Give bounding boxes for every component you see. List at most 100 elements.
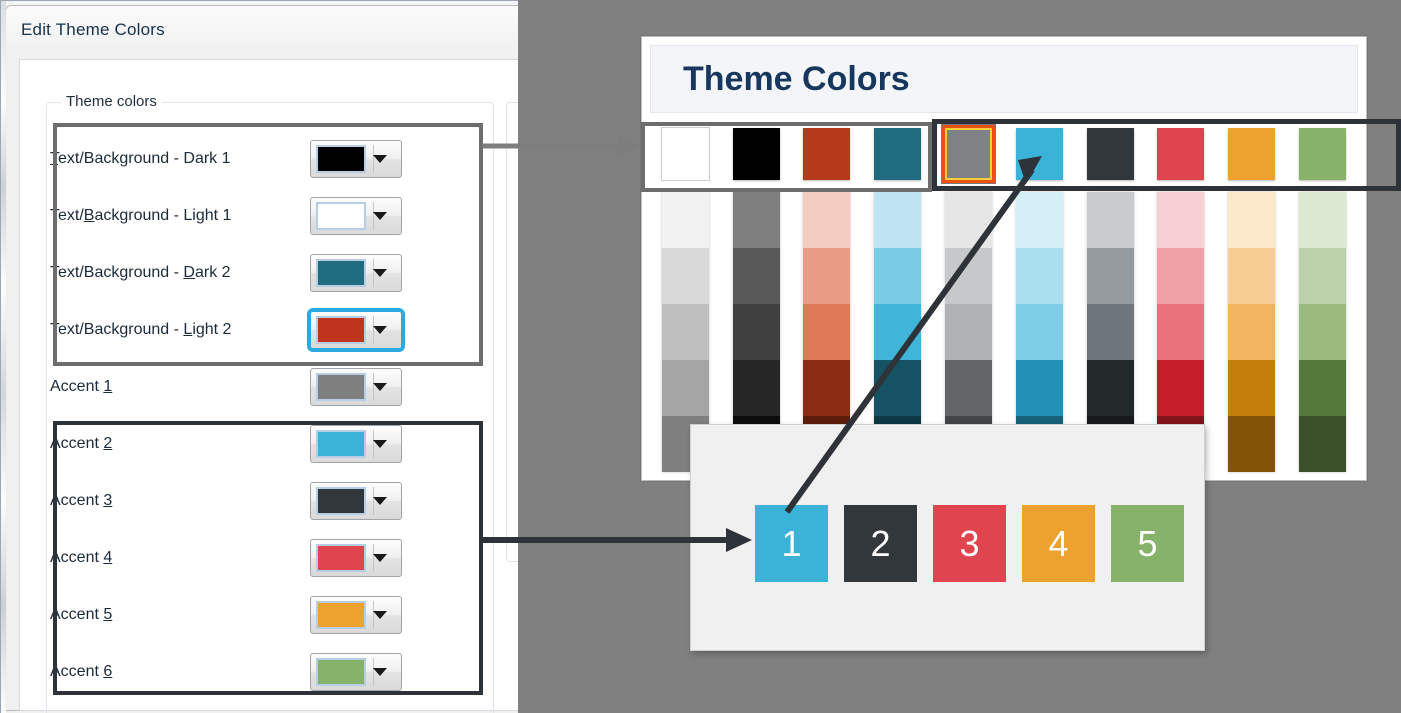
chevron-down-icon[interactable] [373,326,387,334]
tint-swatch[interactable] [1157,304,1205,360]
palette-swatch-orange[interactable] [1228,128,1276,180]
tint-swatch[interactable] [732,248,780,304]
dialog-content-area: Theme colors S Text/Background - Dark 1T… [19,59,518,713]
tint-swatch[interactable] [1228,248,1276,304]
tint-swatch[interactable] [1086,360,1134,416]
chevron-down-icon[interactable] [373,383,387,391]
theme-color-row-label: Accent 2 [50,434,113,452]
color-picker-button[interactable] [310,653,402,691]
current-color-well [316,316,366,344]
palette-swatch-teal[interactable] [874,128,922,180]
tint-swatch[interactable] [945,360,993,416]
palette-swatch-cell [1004,123,1075,185]
color-picker-button[interactable] [310,254,402,292]
accent-callout-box: 12345 [690,424,1205,651]
chevron-down-icon[interactable] [373,212,387,220]
theme-color-row: Text/Background - Dark 1 [50,130,490,187]
palette-swatch-green[interactable] [1299,128,1347,180]
tint-swatch[interactable] [661,360,709,416]
tint-swatch[interactable] [732,192,780,248]
tint-swatch[interactable] [803,192,851,248]
theme-color-row: Accent 6 [50,643,490,700]
accent-chip-2: 2 [844,505,917,582]
tint-swatch[interactable] [1015,360,1063,416]
tint-swatch[interactable] [1299,360,1347,416]
theme-color-row-label: Text/Background - Dark 2 [50,263,231,281]
palette-swatch-light-blue[interactable] [1015,128,1063,180]
tint-swatch[interactable] [945,248,993,304]
color-picker-button[interactable] [310,368,402,406]
current-color-well [316,373,366,401]
tint-swatch[interactable] [1228,192,1276,248]
edit-theme-colors-dialog: Edit Theme Colors Theme colors S Text/Ba… [0,0,518,713]
tint-swatch[interactable] [1299,304,1347,360]
tint-swatch[interactable] [803,360,851,416]
tint-swatch[interactable] [803,304,851,360]
color-picker-button[interactable] [310,539,402,577]
palette-swatch-cell [721,123,792,185]
chevron-down-icon[interactable] [373,497,387,505]
theme-color-row: Accent 3 [50,472,490,529]
chevron-down-icon[interactable] [373,269,387,277]
tint-swatch[interactable] [1299,248,1347,304]
palette-swatch-white[interactable] [660,127,710,181]
palette-swatch-gray[interactable] [942,125,996,183]
accent-chip-3: 3 [933,505,1006,582]
tint-swatch[interactable] [1157,192,1205,248]
palette-swatch-charcoal[interactable] [1086,128,1134,180]
chevron-down-icon[interactable] [373,155,387,163]
color-picker-button[interactable] [307,308,405,352]
color-picker-button[interactable] [310,482,402,520]
color-picker-button[interactable] [310,140,402,178]
tint-swatch[interactable] [1015,304,1063,360]
theme-color-row: Text/Background - Dark 2 [50,244,490,301]
orange-tints [1228,192,1276,472]
tint-swatch[interactable] [1299,192,1347,248]
current-color-well [316,601,366,629]
theme-color-row: Accent 1 [50,358,490,415]
tint-swatch[interactable] [1086,304,1134,360]
tint-swatch[interactable] [874,360,922,416]
chevron-down-icon[interactable] [373,554,387,562]
color-picker-button[interactable] [310,425,402,463]
current-color-well [316,145,366,173]
tint-swatch[interactable] [1228,360,1276,416]
color-picker-button[interactable] [310,596,402,634]
chevron-down-icon[interactable] [373,611,387,619]
tint-swatch[interactable] [945,304,993,360]
tint-swatch[interactable] [661,192,709,248]
tint-swatch[interactable] [1157,248,1205,304]
tint-swatch[interactable] [732,360,780,416]
tint-swatch[interactable] [1086,192,1134,248]
palette-swatch-dark-red[interactable] [803,128,851,180]
palette-swatch-cell [1216,123,1287,185]
green-tints [1299,192,1347,472]
chevron-down-icon[interactable] [373,440,387,448]
tint-swatch[interactable] [732,304,780,360]
theme-colors-palette-panel: Theme Colors [641,36,1367,481]
palette-swatch-red[interactable] [1157,128,1205,180]
tint-swatch[interactable] [874,192,922,248]
tint-swatch[interactable] [874,248,922,304]
theme-color-row: Text/Background - Light 1 [50,187,490,244]
palette-swatch-cell [650,123,721,185]
tint-swatch[interactable] [1086,248,1134,304]
tint-swatch[interactable] [1299,416,1347,472]
tint-swatch[interactable] [874,304,922,360]
palette-swatch-black[interactable] [732,128,780,180]
theme-color-row-label: Text/Background - Light 1 [50,206,232,224]
chevron-down-icon[interactable] [373,668,387,676]
accent-chip-5: 5 [1111,505,1184,582]
color-picker-button[interactable] [310,197,402,235]
palette-header: Theme Colors [650,45,1358,113]
tint-swatch[interactable] [1157,360,1205,416]
tint-swatch[interactable] [1228,304,1276,360]
tint-swatch[interactable] [1228,416,1276,472]
tint-swatch[interactable] [661,248,709,304]
palette-swatch-cell [1075,123,1146,185]
tint-swatch[interactable] [803,248,851,304]
tint-swatch[interactable] [1015,192,1063,248]
tint-swatch[interactable] [661,304,709,360]
tint-swatch[interactable] [1015,248,1063,304]
tint-swatch[interactable] [945,192,993,248]
